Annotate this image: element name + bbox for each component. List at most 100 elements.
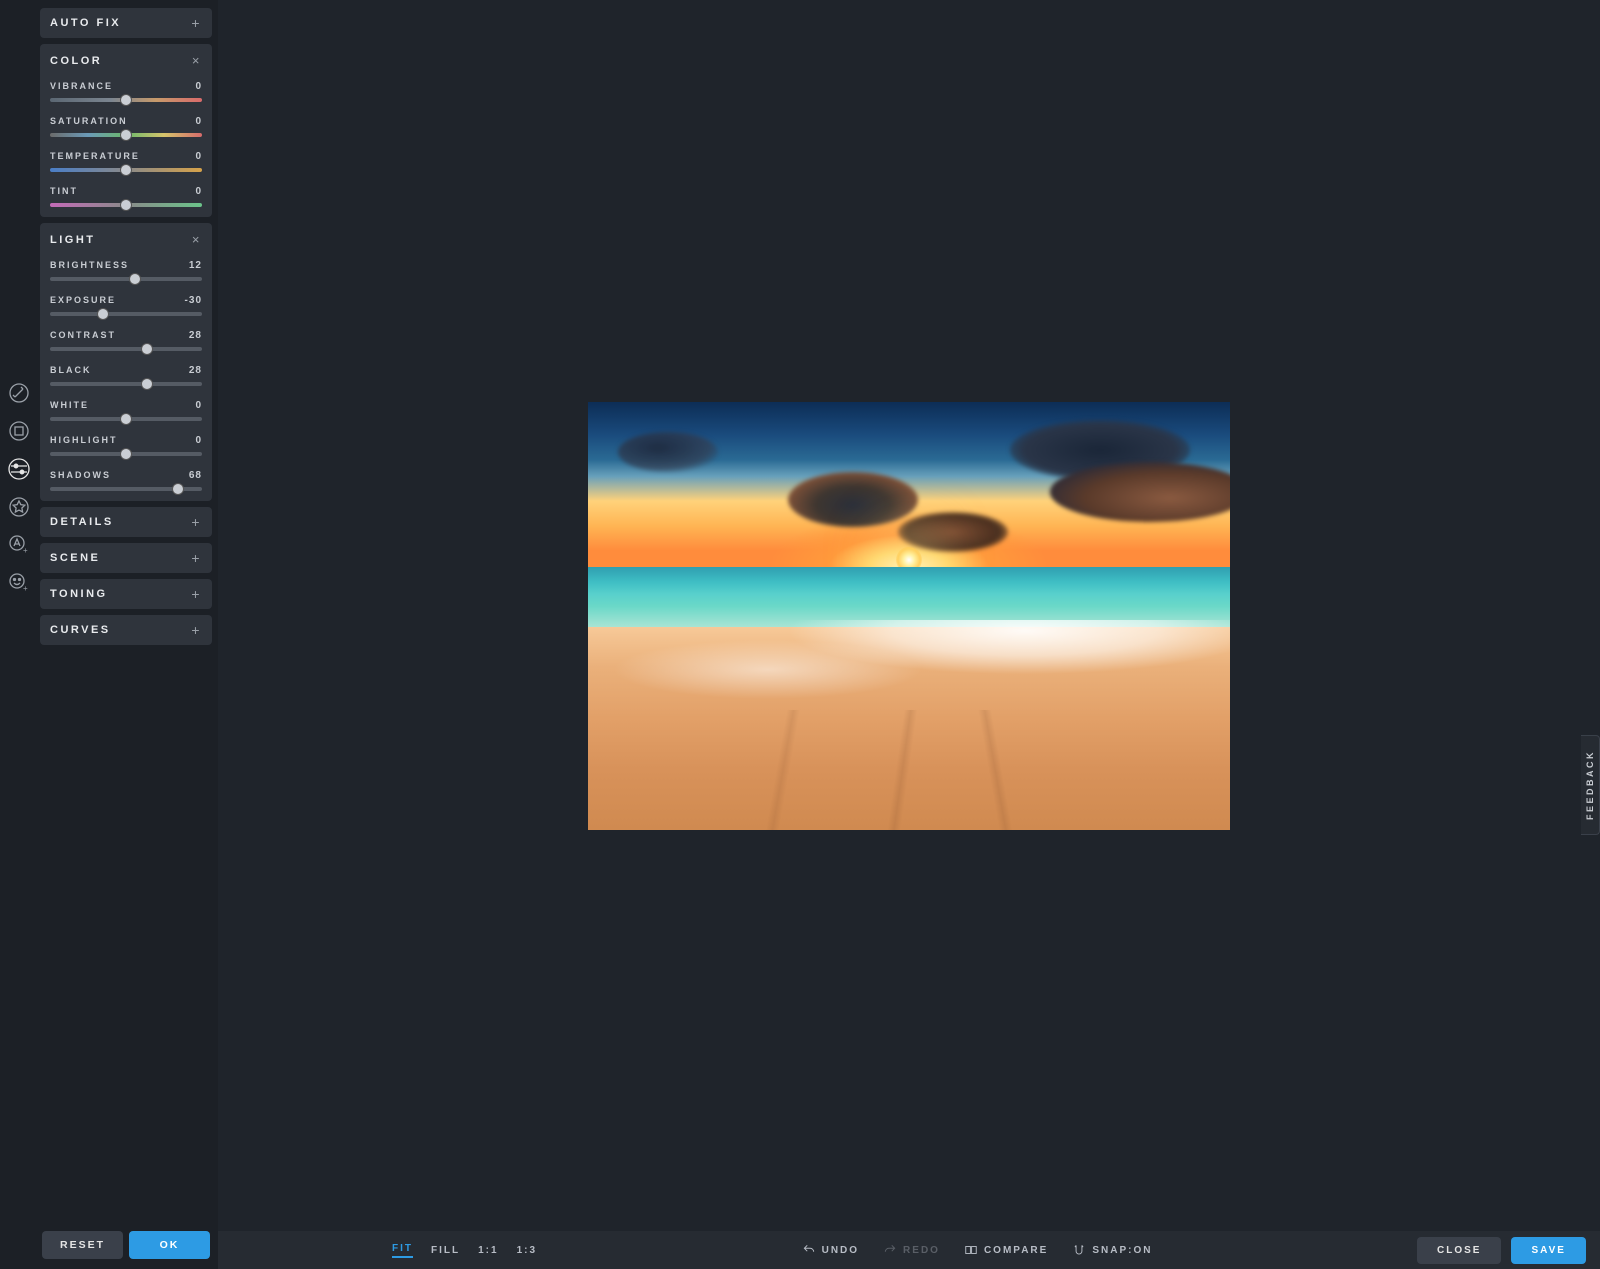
slider-track[interactable]	[50, 487, 202, 491]
slider-knob[interactable]	[97, 308, 109, 320]
slider-label: TEMPERATURE	[50, 151, 140, 161]
panel-title: COLOR	[50, 55, 102, 67]
compare-button[interactable]: COMPARE	[964, 1243, 1048, 1257]
slider-value: 0	[195, 435, 202, 446]
compare-label: COMPARE	[984, 1245, 1048, 1256]
slider-value: 0	[195, 81, 202, 92]
slider-label: HIGHLIGHT	[50, 435, 118, 445]
panel-title: CURVES	[50, 624, 111, 636]
slider-track[interactable]	[50, 203, 202, 207]
reset-button[interactable]: RESET	[42, 1231, 123, 1259]
slider-knob[interactable]	[120, 413, 132, 425]
slider-knob[interactable]	[120, 129, 132, 141]
tool-rail: + +	[0, 0, 38, 1269]
zoom-1-1[interactable]: 1:1	[478, 1245, 498, 1256]
stickers-icon[interactable]: +	[6, 570, 32, 596]
slider-value: 28	[189, 330, 202, 341]
slider-tint: TINT 0	[50, 186, 202, 207]
slider-knob[interactable]	[172, 483, 184, 495]
slider-label: TINT	[50, 186, 78, 196]
panel-header-scene[interactable]: SCENE +	[50, 551, 202, 565]
slider-label: VIBRANCE	[50, 81, 113, 91]
plus-icon[interactable]: +	[191, 16, 202, 30]
svg-text:+: +	[23, 584, 28, 593]
save-button[interactable]: SAVE	[1511, 1237, 1586, 1264]
redo-button: REDO	[883, 1243, 940, 1257]
slider-track[interactable]	[50, 168, 202, 172]
panel-header-light[interactable]: LIGHT ×	[50, 233, 202, 246]
canvas-area: FIT FILL 1:1 1:3 UNDO REDO COMPARE SNAP:ON	[218, 0, 1600, 1269]
panel-title: SCENE	[50, 552, 100, 564]
slider-track[interactable]	[50, 277, 202, 281]
slider-track[interactable]	[50, 312, 202, 316]
redo-icon	[883, 1243, 897, 1257]
undo-label: UNDO	[822, 1245, 859, 1256]
slider-label: SHADOWS	[50, 470, 111, 480]
slider-highlight: HIGHLIGHT 0	[50, 435, 202, 456]
slider-knob[interactable]	[141, 343, 153, 355]
slider-track[interactable]	[50, 133, 202, 137]
plus-icon[interactable]: +	[191, 623, 202, 637]
slider-track[interactable]	[50, 98, 202, 102]
slider-track[interactable]	[50, 417, 202, 421]
panel-header-curves[interactable]: CURVES +	[50, 623, 202, 637]
slider-value: 12	[189, 260, 202, 271]
ok-button[interactable]: OK	[129, 1231, 210, 1259]
effects-icon[interactable]	[6, 494, 32, 520]
slider-contrast: CONTRAST 28	[50, 330, 202, 351]
redo-label: REDO	[903, 1245, 940, 1256]
panel-toning: TONING +	[40, 579, 212, 609]
slider-track[interactable]	[50, 382, 202, 386]
slider-black: BLACK28	[50, 365, 202, 386]
slider-knob[interactable]	[120, 199, 132, 211]
panel-header-toning[interactable]: TONING +	[50, 587, 202, 601]
slider-knob[interactable]	[120, 94, 132, 106]
panel-details: DETAILS+	[40, 507, 212, 537]
zoom-fit[interactable]: FIT	[392, 1243, 413, 1258]
image-viewport[interactable]	[218, 0, 1600, 1231]
slider-brightness: BRIGHTNESS 12	[50, 260, 202, 281]
slider-value: 0	[195, 186, 202, 197]
slider-knob[interactable]	[129, 273, 141, 285]
panel-header-autofix[interactable]: AUTO FIX+	[50, 16, 202, 30]
text-icon[interactable]: +	[6, 532, 32, 558]
snap-label: SNAP:ON	[1092, 1245, 1152, 1256]
zoom-controls: FIT FILL 1:1 1:3	[392, 1243, 537, 1258]
slider-knob[interactable]	[120, 448, 132, 460]
slider-temperature: TEMPERATURE 0	[50, 151, 202, 172]
slider-label: CONTRAST	[50, 330, 116, 340]
crop-icon[interactable]	[6, 418, 32, 444]
close-icon[interactable]: ×	[192, 233, 202, 246]
panel-title: TONING	[50, 588, 108, 600]
slider-knob[interactable]	[141, 378, 153, 390]
panel-title: LIGHT	[50, 234, 96, 246]
panel-header-details[interactable]: DETAILS+	[50, 515, 202, 529]
undo-button[interactable]: UNDO	[802, 1243, 859, 1257]
panel-header-color[interactable]: COLOR ×	[50, 54, 202, 67]
plus-icon[interactable]: +	[191, 551, 202, 565]
edited-image	[588, 402, 1230, 830]
close-button[interactable]: CLOSE	[1417, 1237, 1501, 1264]
slider-saturation: SATURATION0	[50, 116, 202, 137]
adjust-icon[interactable]	[6, 456, 32, 482]
slider-label: BRIGHTNESS	[50, 260, 129, 270]
slider-label: BLACK	[50, 365, 92, 375]
feedback-tab[interactable]: FEEDBACK	[1581, 735, 1600, 835]
slider-knob[interactable]	[120, 164, 132, 176]
close-icon[interactable]: ×	[192, 54, 202, 67]
slider-shadows: SHADOWS 68	[50, 470, 202, 491]
plus-icon[interactable]: +	[191, 515, 202, 529]
slider-track[interactable]	[50, 347, 202, 351]
zoom-1-3[interactable]: 1:3	[517, 1245, 537, 1256]
svg-text:+: +	[23, 546, 28, 555]
slider-value: 0	[195, 400, 202, 411]
slider-value: 0	[195, 151, 202, 162]
slider-vibrance: VIBRANCE 0	[50, 81, 202, 102]
zoom-fill[interactable]: FILL	[431, 1245, 460, 1256]
slider-value: 68	[189, 470, 202, 481]
slider-label: EXPOSURE	[50, 295, 116, 305]
snap-button[interactable]: SNAP:ON	[1072, 1243, 1152, 1257]
slider-track[interactable]	[50, 452, 202, 456]
plus-icon[interactable]: +	[191, 587, 202, 601]
wand-icon[interactable]	[6, 380, 32, 406]
